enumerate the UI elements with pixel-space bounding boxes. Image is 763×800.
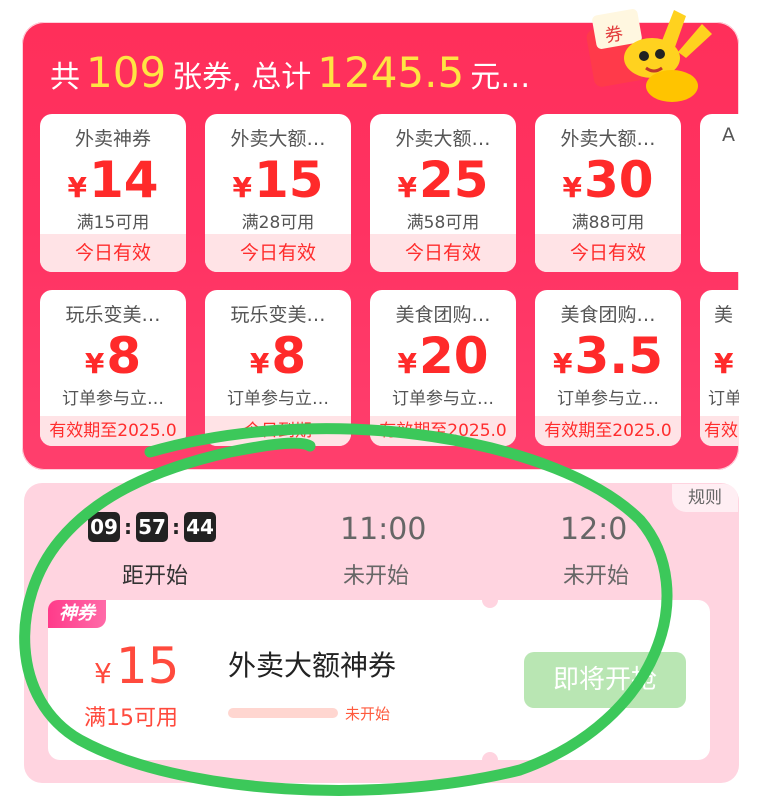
countdown-colon: : xyxy=(172,515,180,539)
coupon-summary[interactable]: 共 109 张券, 总计 1245.5 元… xyxy=(50,48,530,104)
coupon-condition: 订单参与立… xyxy=(227,389,329,408)
coupon-amount: ¥8 xyxy=(40,328,186,384)
summary-suffix: 元… xyxy=(470,60,531,95)
coupon-card[interactable]: 外卖大额… ¥25 满58可用 今日有效 xyxy=(370,114,516,272)
coupon-amount: ¥ xyxy=(700,328,739,384)
currency-symbol: ¥ xyxy=(397,347,417,380)
amount-value: 14 xyxy=(88,151,159,209)
coupon-name: 外卖大额… xyxy=(395,128,491,150)
coupon-condition: 订单 xyxy=(708,389,739,408)
coupon-validity: 今日有效 xyxy=(370,234,516,272)
amount-value: 25 xyxy=(418,151,489,209)
currency-symbol: ¥ xyxy=(232,171,252,204)
coupon-amount: ¥14 xyxy=(40,152,186,208)
coupon-condition: 订单参与立… xyxy=(62,389,164,408)
coupon-card[interactable]: 玩乐变美… ¥8 订单参与立… 有效期至2025.0 xyxy=(40,290,186,446)
ticket-notch xyxy=(482,592,498,608)
summary-middle: 张券, 总计 xyxy=(172,60,312,95)
coupon-card[interactable]: 美食团购… ¥20 订单参与立… 有效期至2025.0 xyxy=(370,290,516,446)
currency-symbol: ¥ xyxy=(94,657,112,690)
currency-symbol: ¥ xyxy=(249,347,270,380)
coupon-card[interactable]: 外卖神券 ¥14 满15可用 今日有效 xyxy=(40,114,186,272)
coupon-validity: 有效期至2025.0 xyxy=(535,416,681,446)
countdown-minutes: 57 xyxy=(136,512,168,542)
coupon-card[interactable]: 外卖大额… ¥15 满28可用 今日有效 xyxy=(205,114,351,272)
coupon-amount: ¥3.5 xyxy=(535,328,681,384)
summary-prefix: 共 xyxy=(50,60,80,95)
coupon-validity: 今日有效 xyxy=(205,234,351,272)
amount-value: 3.5 xyxy=(574,327,664,385)
coupon-card-partial[interactable]: A xyxy=(700,114,739,272)
coupon-card[interactable]: 美食团购… ¥3.5 订单参与立… 有效期至2025.0 xyxy=(535,290,681,446)
countdown-hours: 09 xyxy=(88,512,120,542)
slot-time[interactable]: 11:00 xyxy=(340,512,426,547)
slot-status: 未开始 xyxy=(343,564,410,589)
coupon-validity: 今日有效 xyxy=(40,234,186,272)
coupon-name: 玩乐变美… xyxy=(65,304,161,326)
coupon-validity: 有效期至2025.0 xyxy=(370,416,516,446)
amount-value: 8 xyxy=(271,327,307,385)
coupon-name: 外卖神券 xyxy=(74,128,151,150)
coupon-amount: ¥15 xyxy=(205,152,351,208)
coupon-name: 外卖大额… xyxy=(230,128,326,150)
coupon-card[interactable]: 玩乐变美… ¥8 订单参与立… 今日到期 xyxy=(205,290,351,446)
amount-value: 20 xyxy=(418,327,489,385)
ticket-notch xyxy=(482,752,498,768)
svg-text:券: 券 xyxy=(603,23,624,47)
coupon-name: 美 xyxy=(714,304,734,326)
countdown-seconds: 44 xyxy=(184,512,216,542)
deal-progress-bar xyxy=(228,708,338,718)
currency-symbol: ¥ xyxy=(552,347,573,380)
currency-symbol: ¥ xyxy=(714,347,734,380)
deal-status: 未开始 xyxy=(345,705,391,723)
coupon-validity: 有效 xyxy=(700,416,739,446)
rules-button[interactable]: 规则 xyxy=(672,484,738,512)
coupon-validity: 今日有效 xyxy=(535,234,681,272)
coupon-condition: 满58可用 xyxy=(406,213,480,232)
coupon-card-partial[interactable]: 美 ¥ 订单 有效 xyxy=(700,290,739,446)
coupon-condition: 满15可用 xyxy=(76,213,150,232)
deal-tag: 神券 xyxy=(48,600,106,628)
coupon-condition: 满28可用 xyxy=(241,213,315,232)
currency-symbol: ¥ xyxy=(67,171,87,204)
coupon-amount: ¥20 xyxy=(370,328,516,384)
mascot-icon: 券 xyxy=(586,9,712,102)
coupon-condition: 订单参与立… xyxy=(557,389,659,408)
currency-symbol: ¥ xyxy=(562,171,582,204)
slot-status: 未开始 xyxy=(563,564,630,589)
currency-symbol: ¥ xyxy=(397,171,417,204)
coupon-amount: ¥25 xyxy=(370,152,516,208)
coupon-count: 109 xyxy=(86,48,167,97)
coupon-name: 美食团购… xyxy=(560,304,656,326)
deal-amount-value: 15 xyxy=(115,637,180,695)
coupon-amount: ¥30 xyxy=(535,152,681,208)
coupon-name: 玩乐变美… xyxy=(230,304,326,326)
coupon-name: 美食团购… xyxy=(395,304,491,326)
amount-value: 8 xyxy=(106,327,142,385)
deal-title: 外卖大额神券 xyxy=(228,649,397,682)
coupon-card[interactable]: 外卖大额… ¥30 满88可用 今日有效 xyxy=(535,114,681,272)
amount-value: 30 xyxy=(583,151,654,209)
coupon-grid: 外卖神券 ¥14 满15可用 今日有效 外卖大额… ¥15 满28可用 今日有效… xyxy=(38,114,739,454)
grab-button[interactable]: 即将开抢 xyxy=(524,652,686,708)
deal-condition: 满15可用 xyxy=(84,706,178,731)
countdown-timer: 09 : 57 : 44 xyxy=(88,512,216,542)
coupon-condition: 订单参与立… xyxy=(392,389,494,408)
deal-amount: ¥15 xyxy=(94,638,179,702)
slot-active-label[interactable]: 距开始 xyxy=(122,558,188,590)
coupon-amount: ¥8 xyxy=(205,328,351,384)
coupon-total: 1245.5 xyxy=(317,48,465,97)
coupon-name: 外卖大额… xyxy=(560,128,656,150)
countdown-colon: : xyxy=(124,515,132,539)
coupon-validity: 有效期至2025.0 xyxy=(40,416,186,446)
coupon-validity: 今日到期 xyxy=(205,416,351,446)
slot-time[interactable]: 12:0 xyxy=(560,512,627,547)
coupon-name: A xyxy=(722,124,735,146)
coupon-condition: 满88可用 xyxy=(571,213,645,232)
amount-value: 15 xyxy=(253,151,324,209)
currency-symbol: ¥ xyxy=(84,347,105,380)
